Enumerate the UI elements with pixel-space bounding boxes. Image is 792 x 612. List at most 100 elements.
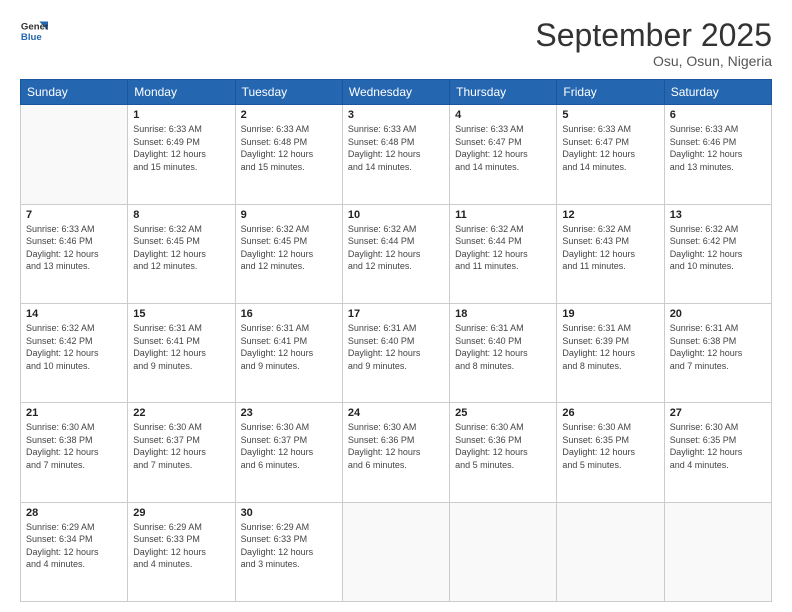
calendar-cell: 20Sunrise: 6:31 AMSunset: 6:38 PMDayligh… [664, 303, 771, 402]
col-sunday: Sunday [21, 80, 128, 105]
calendar-cell: 3 Sunrise: 6:33 AMSunset: 6:48 PMDaylight… [342, 105, 449, 204]
day-number: 29 [133, 507, 229, 519]
calendar-week-row-3: 14 Sunrise: 6:32 AMSunset: 6:42 PMDayligh… [21, 303, 772, 402]
day-info: Sunrise: 6:32 AMSunset: 6:42 PMDaylight:… [670, 223, 766, 273]
day-info: Sunrise: 6:32 AMSunset: 6:45 PMDaylight:… [241, 223, 337, 273]
day-number: 27 [670, 407, 766, 419]
day-info: Sunrise: 6:33 AMSunset: 6:49 PMDaylight:… [133, 123, 229, 173]
day-number: 26 [562, 407, 658, 419]
calendar-cell: 27Sunrise: 6:30 AMSunset: 6:35 PMDayligh… [664, 403, 771, 502]
col-thursday: Thursday [450, 80, 557, 105]
day-number: 2 [241, 109, 337, 121]
day-info: Sunrise: 6:29 AMSunset: 6:34 PMDaylight:… [26, 521, 122, 571]
day-number: 22 [133, 407, 229, 419]
day-number: 23 [241, 407, 337, 419]
day-info: Sunrise: 6:31 AMSunset: 6:39 PMDaylight:… [562, 322, 658, 372]
day-info: Sunrise: 6:31 AMSunset: 6:41 PMDaylight:… [241, 322, 337, 372]
calendar-cell: 1 Sunrise: 6:33 AMSunset: 6:49 PMDaylight… [128, 105, 235, 204]
day-info: Sunrise: 6:33 AMSunset: 6:47 PMDaylight:… [562, 123, 658, 173]
day-number: 24 [348, 407, 444, 419]
calendar-cell: 2 Sunrise: 6:33 AMSunset: 6:48 PMDaylight… [235, 105, 342, 204]
logo-icon: General Blue [20, 18, 48, 46]
calendar-cell: 4 Sunrise: 6:33 AMSunset: 6:47 PMDaylight… [450, 105, 557, 204]
day-number: 20 [670, 308, 766, 320]
day-number: 5 [562, 109, 658, 121]
day-number: 14 [26, 308, 122, 320]
day-info: Sunrise: 6:31 AMSunset: 6:40 PMDaylight:… [348, 322, 444, 372]
calendar-cell: 15Sunrise: 6:31 AMSunset: 6:41 PMDayligh… [128, 303, 235, 402]
calendar-week-row-2: 7Sunrise: 6:33 AMSunset: 6:46 PMDaylight… [21, 204, 772, 303]
day-info: Sunrise: 6:33 AMSunset: 6:47 PMDaylight:… [455, 123, 551, 173]
day-info: Sunrise: 6:30 AMSunset: 6:35 PMDaylight:… [562, 421, 658, 471]
title-block: September 2025 Osu, Osun, Nigeria [535, 18, 772, 69]
calendar-cell: 24 Sunrise: 6:30 AMSunset: 6:36 PMDayligh… [342, 403, 449, 502]
col-saturday: Saturday [664, 80, 771, 105]
day-info: Sunrise: 6:33 AMSunset: 6:46 PMDaylight:… [670, 123, 766, 173]
logo: General Blue [20, 18, 48, 46]
calendar-cell: 13 Sunrise: 6:32 AMSunset: 6:42 PMDayligh… [664, 204, 771, 303]
day-number: 28 [26, 507, 122, 519]
day-number: 6 [670, 109, 766, 121]
calendar-cell: 16 Sunrise: 6:31 AMSunset: 6:41 PMDayligh… [235, 303, 342, 402]
day-number: 10 [348, 209, 444, 221]
day-info: Sunrise: 6:33 AMSunset: 6:48 PMDaylight:… [348, 123, 444, 173]
calendar-cell: 5 Sunrise: 6:33 AMSunset: 6:47 PMDaylight… [557, 105, 664, 204]
calendar-cell: 17 Sunrise: 6:31 AMSunset: 6:40 PMDayligh… [342, 303, 449, 402]
calendar-cell: 14 Sunrise: 6:32 AMSunset: 6:42 PMDayligh… [21, 303, 128, 402]
day-number: 8 [133, 209, 229, 221]
day-number: 13 [670, 209, 766, 221]
calendar-cell: 25Sunrise: 6:30 AMSunset: 6:36 PMDayligh… [450, 403, 557, 502]
day-info: Sunrise: 6:30 AMSunset: 6:36 PMDaylight:… [348, 421, 444, 471]
col-tuesday: Tuesday [235, 80, 342, 105]
col-monday: Monday [128, 80, 235, 105]
day-info: Sunrise: 6:30 AMSunset: 6:38 PMDaylight:… [26, 421, 122, 471]
day-number: 17 [348, 308, 444, 320]
calendar-cell: 10 Sunrise: 6:32 AMSunset: 6:44 PMDayligh… [342, 204, 449, 303]
calendar-cell: 7Sunrise: 6:33 AMSunset: 6:46 PMDaylight… [21, 204, 128, 303]
day-info: Sunrise: 6:32 AMSunset: 6:44 PMDaylight:… [455, 223, 551, 273]
day-number: 9 [241, 209, 337, 221]
header: General Blue September 2025 Osu, Osun, N… [20, 18, 772, 69]
day-number: 3 [348, 109, 444, 121]
day-number: 19 [562, 308, 658, 320]
day-number: 1 [133, 109, 229, 121]
calendar-week-row-4: 21 Sunrise: 6:30 AMSunset: 6:38 PMDayligh… [21, 403, 772, 502]
day-number: 30 [241, 507, 337, 519]
calendar-cell [21, 105, 128, 204]
svg-text:General: General [21, 21, 48, 32]
day-info: Sunrise: 6:32 AMSunset: 6:43 PMDaylight:… [562, 223, 658, 273]
day-number: 4 [455, 109, 551, 121]
calendar-week-row-5: 28 Sunrise: 6:29 AMSunset: 6:34 PMDayligh… [21, 502, 772, 601]
calendar-cell: 9 Sunrise: 6:32 AMSunset: 6:45 PMDaylight… [235, 204, 342, 303]
day-number: 25 [455, 407, 551, 419]
calendar-cell: 11Sunrise: 6:32 AMSunset: 6:44 PMDayligh… [450, 204, 557, 303]
day-number: 16 [241, 308, 337, 320]
calendar-cell [557, 502, 664, 601]
day-number: 18 [455, 308, 551, 320]
calendar-cell: 21 Sunrise: 6:30 AMSunset: 6:38 PMDayligh… [21, 403, 128, 502]
calendar-cell: 19 Sunrise: 6:31 AMSunset: 6:39 PMDayligh… [557, 303, 664, 402]
col-wednesday: Wednesday [342, 80, 449, 105]
day-info: Sunrise: 6:32 AMSunset: 6:45 PMDaylight:… [133, 223, 229, 273]
page: General Blue September 2025 Osu, Osun, N… [0, 0, 792, 612]
calendar-week-row-1: 1 Sunrise: 6:33 AMSunset: 6:49 PMDaylight… [21, 105, 772, 204]
calendar-cell: 8 Sunrise: 6:32 AMSunset: 6:45 PMDaylight… [128, 204, 235, 303]
day-info: Sunrise: 6:32 AMSunset: 6:44 PMDaylight:… [348, 223, 444, 273]
day-number: 15 [133, 308, 229, 320]
col-friday: Friday [557, 80, 664, 105]
calendar-cell: 18 Sunrise: 6:31 AMSunset: 6:40 PMDayligh… [450, 303, 557, 402]
calendar-cell: 22Sunrise: 6:30 AMSunset: 6:37 PMDayligh… [128, 403, 235, 502]
day-info: Sunrise: 6:32 AMSunset: 6:42 PMDaylight:… [26, 322, 122, 372]
calendar-cell [342, 502, 449, 601]
calendar-cell: 12 Sunrise: 6:32 AMSunset: 6:43 PMDayligh… [557, 204, 664, 303]
day-info: Sunrise: 6:31 AMSunset: 6:40 PMDaylight:… [455, 322, 551, 372]
day-info: Sunrise: 6:33 AMSunset: 6:46 PMDaylight:… [26, 223, 122, 273]
day-info: Sunrise: 6:30 AMSunset: 6:37 PMDaylight:… [241, 421, 337, 471]
calendar-header-row: Sunday Monday Tuesday Wednesday Thursday… [21, 80, 772, 105]
calendar-cell: 28 Sunrise: 6:29 AMSunset: 6:34 PMDayligh… [21, 502, 128, 601]
calendar-cell: 23 Sunrise: 6:30 AMSunset: 6:37 PMDayligh… [235, 403, 342, 502]
day-number: 12 [562, 209, 658, 221]
day-info: Sunrise: 6:33 AMSunset: 6:48 PMDaylight:… [241, 123, 337, 173]
calendar-cell [450, 502, 557, 601]
day-number: 21 [26, 407, 122, 419]
